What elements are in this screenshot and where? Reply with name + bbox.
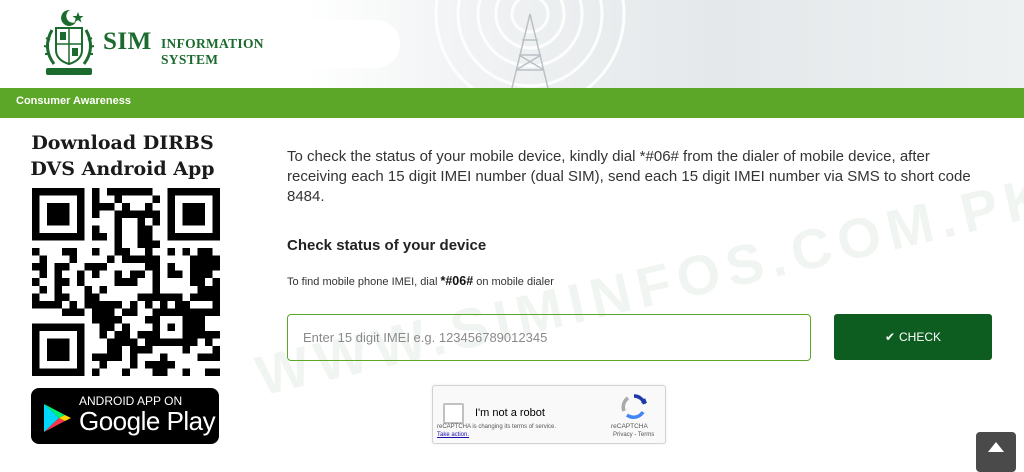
intro-text: To check the status of your mobile devic… — [287, 148, 971, 205]
brand-sim: SIM — [103, 28, 152, 55]
qr-code-icon — [32, 188, 220, 376]
recaptcha-label: I'm not a robot — [475, 407, 545, 419]
imei-hint: To find mobile phone IMEI, dial *#06# on… — [287, 274, 554, 288]
download-title: Download DIRBS DVS Android App — [15, 130, 230, 182]
hint-code: *#06# — [440, 274, 474, 288]
download-title-line2: DVS Android App — [30, 158, 215, 180]
hint-prefix: To find mobile phone IMEI, dial — [287, 276, 441, 288]
check-button-label: CHECK — [899, 330, 942, 344]
recaptcha-privacy-terms-link[interactable]: Privacy - Terms — [613, 432, 654, 438]
recaptcha-icon — [621, 394, 647, 419]
recaptcha-take-action-link[interactable]: Take action. — [437, 432, 469, 438]
section-title: Check status of your device — [287, 237, 487, 254]
imei-input[interactable] — [287, 314, 811, 361]
hint-suffix: on mobile dialer — [473, 276, 554, 288]
nav-bar: Consumer Awareness — [0, 88, 1024, 118]
app-download-panel: Download DIRBS DVS Android App ANDROID A… — [20, 130, 230, 444]
recaptcha-checkbox[interactable] — [443, 403, 464, 424]
tower-graphic — [434, 0, 626, 88]
google-play-badge[interactable]: ANDROID APP ON Google Play — [31, 388, 219, 444]
google-play-icon — [44, 404, 71, 432]
brand-system: SYSTEM — [161, 52, 219, 67]
recaptcha-note: reCAPTCHA is changing its terms of servi… — [437, 424, 557, 430]
site-header: SIM INFORMATION SYSTEM — [0, 0, 1024, 88]
download-title-line1: Download DIRBS — [31, 132, 214, 154]
back-to-top-button[interactable] — [976, 432, 1016, 472]
check-button[interactable]: ✔ CHECK — [834, 314, 992, 360]
check-icon: ✔ — [884, 330, 896, 344]
store-name: Google Play — [79, 406, 216, 436]
nav-consumer-awareness[interactable]: Consumer Awareness — [16, 95, 131, 107]
government-emblem-icon — [43, 9, 95, 75]
recaptcha-widget: I'm not a robot reCAPTCHA is changing it… — [432, 385, 666, 444]
chevron-up-icon — [988, 442, 1004, 452]
brand-information: INFORMATION — [161, 36, 264, 51]
recaptcha-brand: reCAPTCHA — [611, 423, 648, 430]
brand-logotype: SIM INFORMATION SYSTEM — [103, 28, 263, 67]
